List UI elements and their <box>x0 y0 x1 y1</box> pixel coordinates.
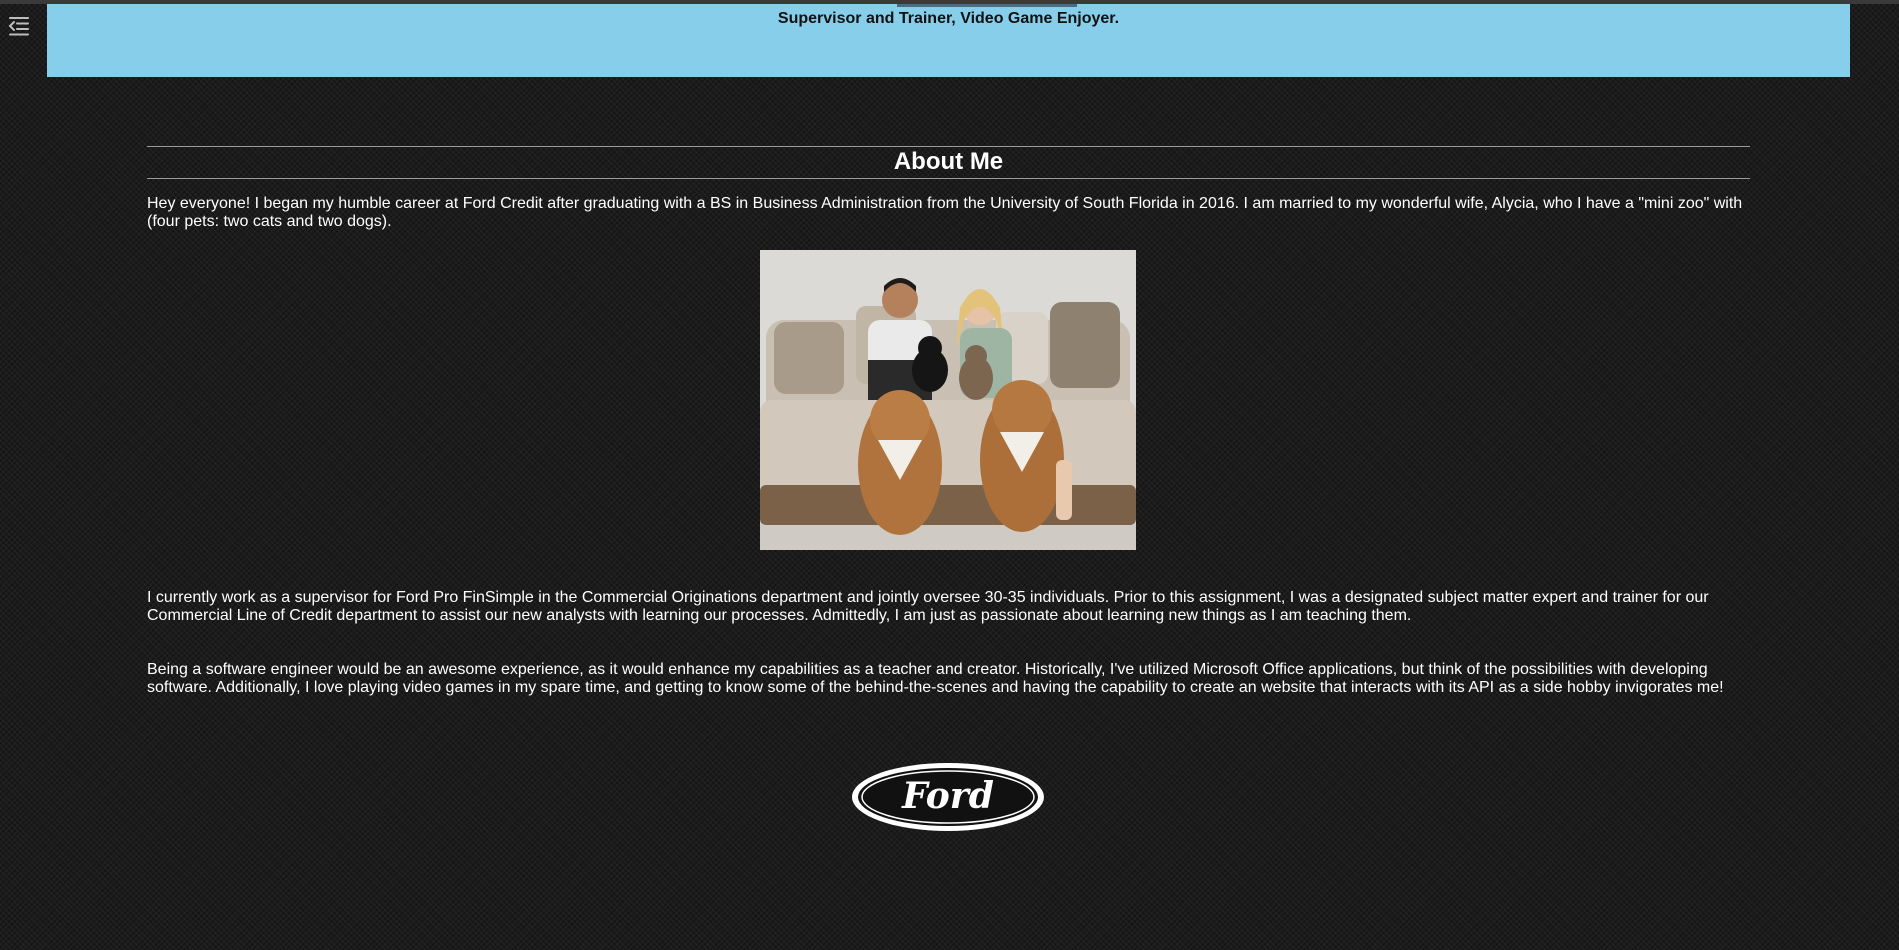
about-paragraph-goals: Being a software engineer would be an aw… <box>147 661 1724 696</box>
family-photo <box>760 250 1136 550</box>
ford-logo-text: Ford <box>901 775 994 817</box>
about-paragraph-work: I currently work as a supervisor for For… <box>147 589 1709 624</box>
sidebar-menu-icon <box>8 17 29 36</box>
about-paragraph-intro: Hey everyone! I began my humble career a… <box>147 195 1743 230</box>
header-tagline: Supervisor and Trainer, Video Game Enjoy… <box>777 10 1120 27</box>
header-image-edge <box>897 4 1077 7</box>
header-banner: Supervisor and Trainer, Video Game Enjoy… <box>47 4 1850 77</box>
about-title: About Me <box>147 146 1750 179</box>
sidebar-toggle-button[interactable] <box>7 14 31 38</box>
ford-logo: Ford <box>851 762 1045 832</box>
about-section: About Me Hey everyone! I began my humble… <box>147 146 1750 696</box>
